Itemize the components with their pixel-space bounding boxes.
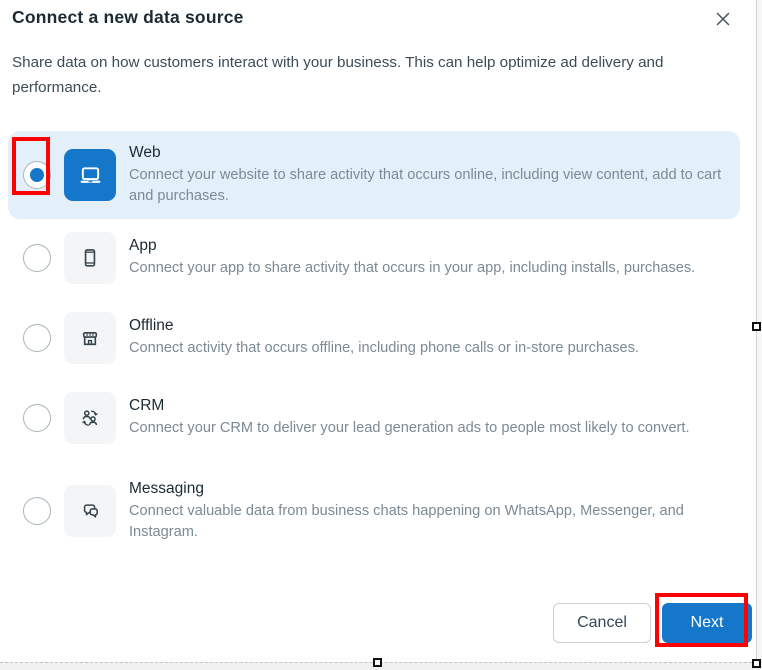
crm-radio[interactable]	[23, 404, 51, 432]
dialog-title: Connect a new data source	[12, 7, 244, 27]
offline-radio[interactable]	[23, 324, 51, 352]
option-row-app[interactable]: App Connect your app to share activity t…	[8, 229, 740, 287]
option-row-offline[interactable]: Offline Connect activity that occurs off…	[8, 309, 740, 367]
mobile-phone-icon	[77, 245, 103, 271]
crm-icon-box	[64, 392, 116, 444]
dialog-description: Share data on how customers interact wit…	[12, 54, 664, 97]
option-description: Connect your website to share activity t…	[129, 167, 722, 204]
annotation-resize-handle-right	[752, 322, 761, 331]
close-icon	[713, 9, 733, 29]
option-description: Connect valuable data from business chat…	[129, 503, 684, 540]
right-edge-strip	[756, 0, 762, 670]
app-icon-box	[64, 232, 116, 284]
cancel-button[interactable]: Cancel	[553, 603, 651, 643]
option-label: App	[129, 237, 157, 255]
option-row-crm[interactable]: CRM Connect your CRM to deliver your lea…	[8, 389, 740, 447]
option-label: Messaging	[129, 480, 204, 497]
option-description: Connect activity that occurs offline, in…	[129, 340, 639, 357]
app-radio[interactable]	[23, 244, 51, 272]
option-label: Offline	[129, 317, 174, 335]
option-row-web[interactable]: Web Connect your website to share activi…	[8, 131, 740, 219]
people-sync-icon	[77, 405, 103, 431]
option-label: Web	[129, 144, 161, 161]
option-label: CRM	[129, 397, 165, 415]
messaging-icon-box	[64, 485, 116, 537]
close-button[interactable]	[709, 5, 737, 33]
laptop-icon	[77, 162, 104, 189]
option-description: Connect your app to share activity that …	[129, 260, 696, 277]
messaging-radio[interactable]	[23, 497, 51, 525]
option-row-messaging[interactable]: Messaging Connect valuable data from bus…	[8, 469, 740, 553]
annotation-resize-handle-bottom	[373, 658, 382, 667]
connect-data-source-dialog: Connect a new data source Share data on …	[0, 0, 756, 662]
offline-icon-box	[64, 312, 116, 364]
chat-bubbles-icon	[77, 498, 103, 524]
option-description: Connect your CRM to deliver your lead ge…	[129, 420, 690, 437]
next-button[interactable]: Next	[662, 603, 752, 643]
web-icon-box	[64, 149, 116, 201]
radio-selected-dot	[30, 168, 44, 182]
annotation-resize-handle-corner	[752, 659, 761, 668]
storefront-icon	[77, 325, 103, 351]
web-radio[interactable]	[23, 161, 51, 189]
